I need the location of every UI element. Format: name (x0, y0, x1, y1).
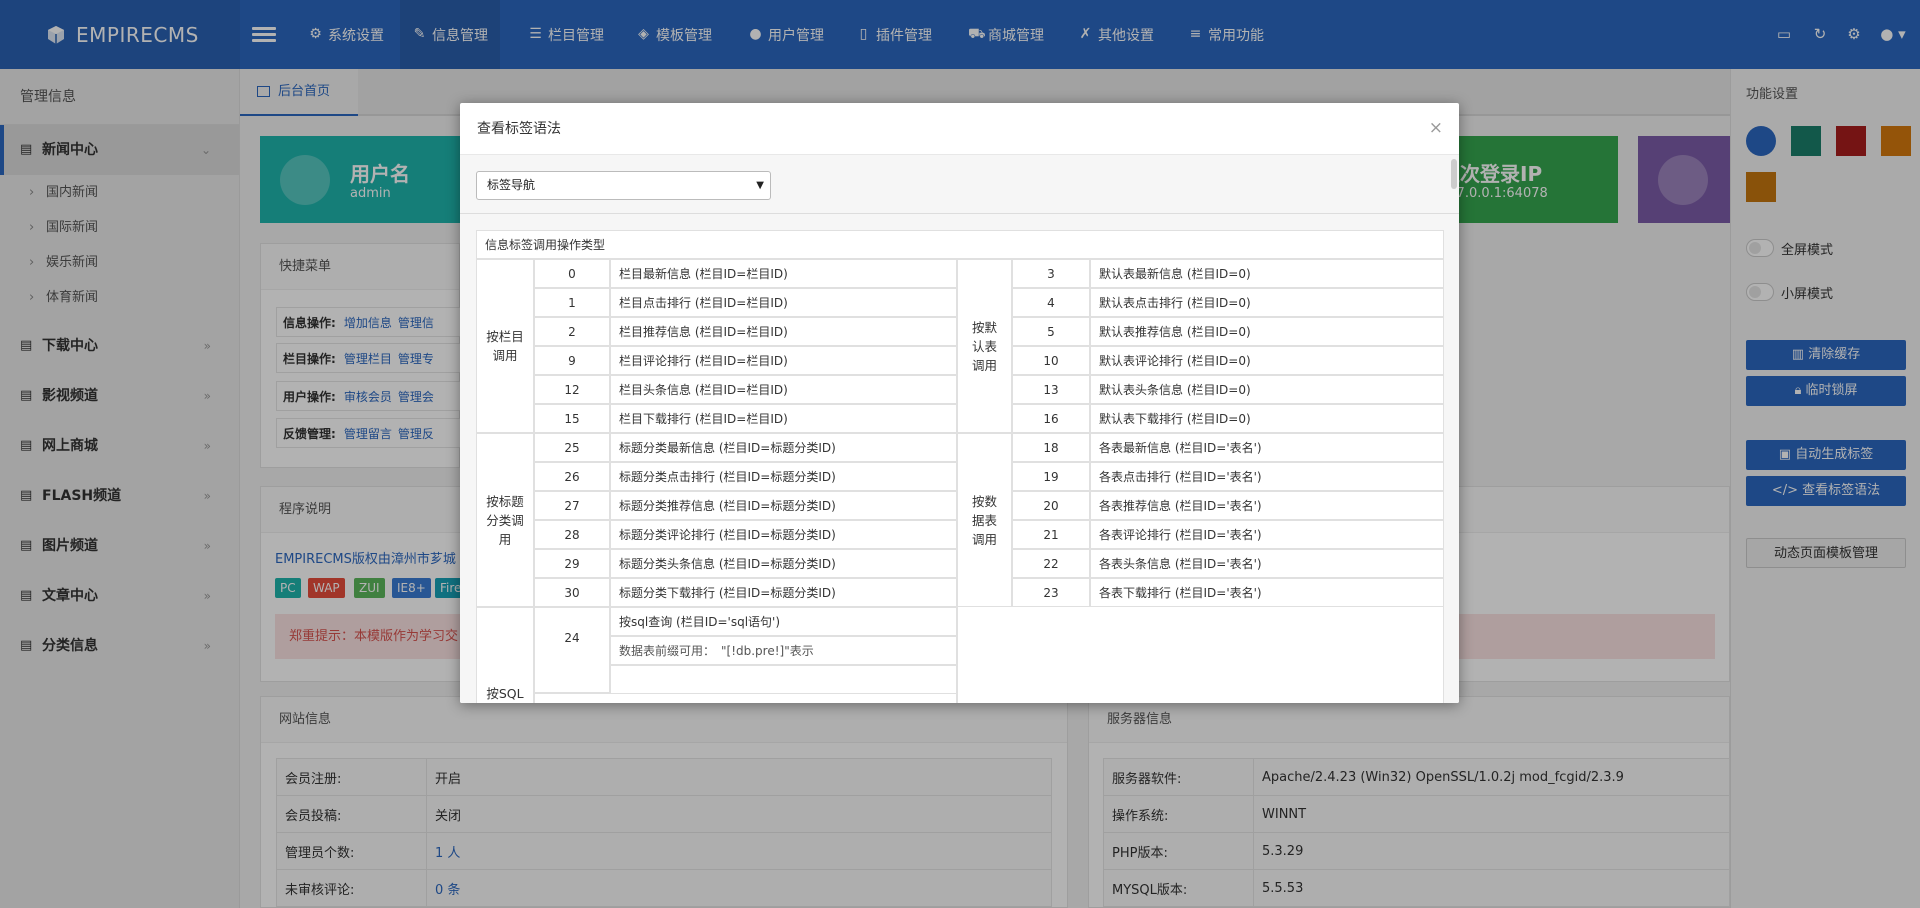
type-number: 24 (534, 607, 610, 693)
table-cell (610, 665, 957, 694)
type-number: 22 (1012, 549, 1090, 578)
group-label: 按默认表调用 (957, 259, 1012, 433)
type-number: 23 (1012, 578, 1090, 607)
type-desc: 默认表推荐信息 (栏目ID=0) (1090, 317, 1444, 346)
type-number: 28 (534, 520, 610, 549)
close-icon[interactable]: × (1429, 119, 1443, 137)
type-number: 27 (534, 491, 610, 520)
type-desc: 标题分类推荐信息 (栏目ID=标题分类ID) (610, 491, 957, 520)
type-number: 13 (1012, 375, 1090, 404)
tag-syntax-modal: 查看标签语法 × 标签导航 ▼ 信息标签调用操作类型 按栏目调用 按默认表调用 按… (460, 103, 1459, 703)
type-desc: 按sql查询 (栏目ID='sql语句') (610, 607, 957, 636)
group-label: 按标题分类调用 (476, 433, 534, 607)
modal-body: 标签导航 ▼ 信息标签调用操作类型 按栏目调用 按默认表调用 按标题分类调用 按数… (460, 155, 1459, 703)
type-desc: 栏目最新信息 (栏目ID=栏目ID) (610, 259, 957, 288)
scrollbar[interactable] (1451, 159, 1457, 189)
type-desc: 标题分类下载排行 (栏目ID=标题分类ID) (610, 578, 957, 607)
tag-syntax-table: 信息标签调用操作类型 按栏目调用 按默认表调用 按标题分类调用 按数据表调用 0… (476, 230, 1444, 703)
type-number: 18 (1012, 433, 1090, 462)
type-desc: 栏目下载排行 (栏目ID=栏目ID) (610, 404, 957, 433)
type-number: 29 (534, 549, 610, 578)
type-desc: 栏目推荐信息 (栏目ID=栏目ID) (610, 317, 957, 346)
type-desc: 标题分类评论排行 (栏目ID=标题分类ID) (610, 520, 957, 549)
type-number: 10 (1012, 346, 1090, 375)
type-desc: 各表推荐信息 (栏目ID='表名') (1090, 491, 1444, 520)
table-cell (534, 693, 957, 703)
type-desc: 默认表最新信息 (栏目ID=0) (1090, 259, 1444, 288)
type-desc: 数据表前缀可用： "[!db.pre!]"表示 (610, 636, 957, 665)
type-number: 21 (1012, 520, 1090, 549)
modal-title: 查看标签语法 (460, 103, 1459, 155)
type-desc: 默认表点击排行 (栏目ID=0) (1090, 288, 1444, 317)
type-number: 26 (534, 462, 610, 491)
type-desc: 各表评论排行 (栏目ID='表名') (1090, 520, 1444, 549)
group-label: 按数据表调用 (957, 433, 1012, 607)
type-desc: 各表头条信息 (栏目ID='表名') (1090, 549, 1444, 578)
type-desc: 默认表评论排行 (栏目ID=0) (1090, 346, 1444, 375)
type-desc: 默认表下载排行 (栏目ID=0) (1090, 404, 1444, 433)
type-number: 2 (534, 317, 610, 346)
table-cell (957, 607, 1444, 703)
caret-down-icon: ▼ (756, 180, 764, 191)
select-value: 标签导航 (487, 178, 536, 192)
type-desc: 各表下载排行 (栏目ID='表名') (1090, 578, 1444, 607)
type-desc: 各表点击排行 (栏目ID='表名') (1090, 462, 1444, 491)
type-desc: 默认表头条信息 (栏目ID=0) (1090, 375, 1444, 404)
group-label: 按栏目调用 (476, 259, 534, 433)
type-desc: 标题分类最新信息 (栏目ID=标题分类ID) (610, 433, 957, 462)
type-desc: 标题分类头条信息 (栏目ID=标题分类ID) (610, 549, 957, 578)
type-number: 9 (534, 346, 610, 375)
tag-type-select[interactable]: 标签导航 ▼ (476, 171, 771, 200)
type-number: 16 (1012, 404, 1090, 433)
type-desc: 标题分类点击排行 (栏目ID=标题分类ID) (610, 462, 957, 491)
type-number: 12 (534, 375, 610, 404)
type-desc: 栏目点击排行 (栏目ID=栏目ID) (610, 288, 957, 317)
divider (460, 213, 1459, 214)
type-number: 25 (534, 433, 610, 462)
type-number: 30 (534, 578, 610, 607)
type-number: 20 (1012, 491, 1090, 520)
type-number: 4 (1012, 288, 1090, 317)
type-number: 3 (1012, 259, 1090, 288)
type-desc: 栏目评论排行 (栏目ID=栏目ID) (610, 346, 957, 375)
type-desc: 各表最新信息 (栏目ID='表名') (1090, 433, 1444, 462)
table-header: 信息标签调用操作类型 (476, 230, 1444, 259)
type-number: 0 (534, 259, 610, 288)
group-label: 按SQL调用 (476, 607, 534, 703)
type-number: 19 (1012, 462, 1090, 491)
type-number: 1 (534, 288, 610, 317)
type-number: 5 (1012, 317, 1090, 346)
type-desc: 栏目头条信息 (栏目ID=栏目ID) (610, 375, 957, 404)
type-number: 15 (534, 404, 610, 433)
